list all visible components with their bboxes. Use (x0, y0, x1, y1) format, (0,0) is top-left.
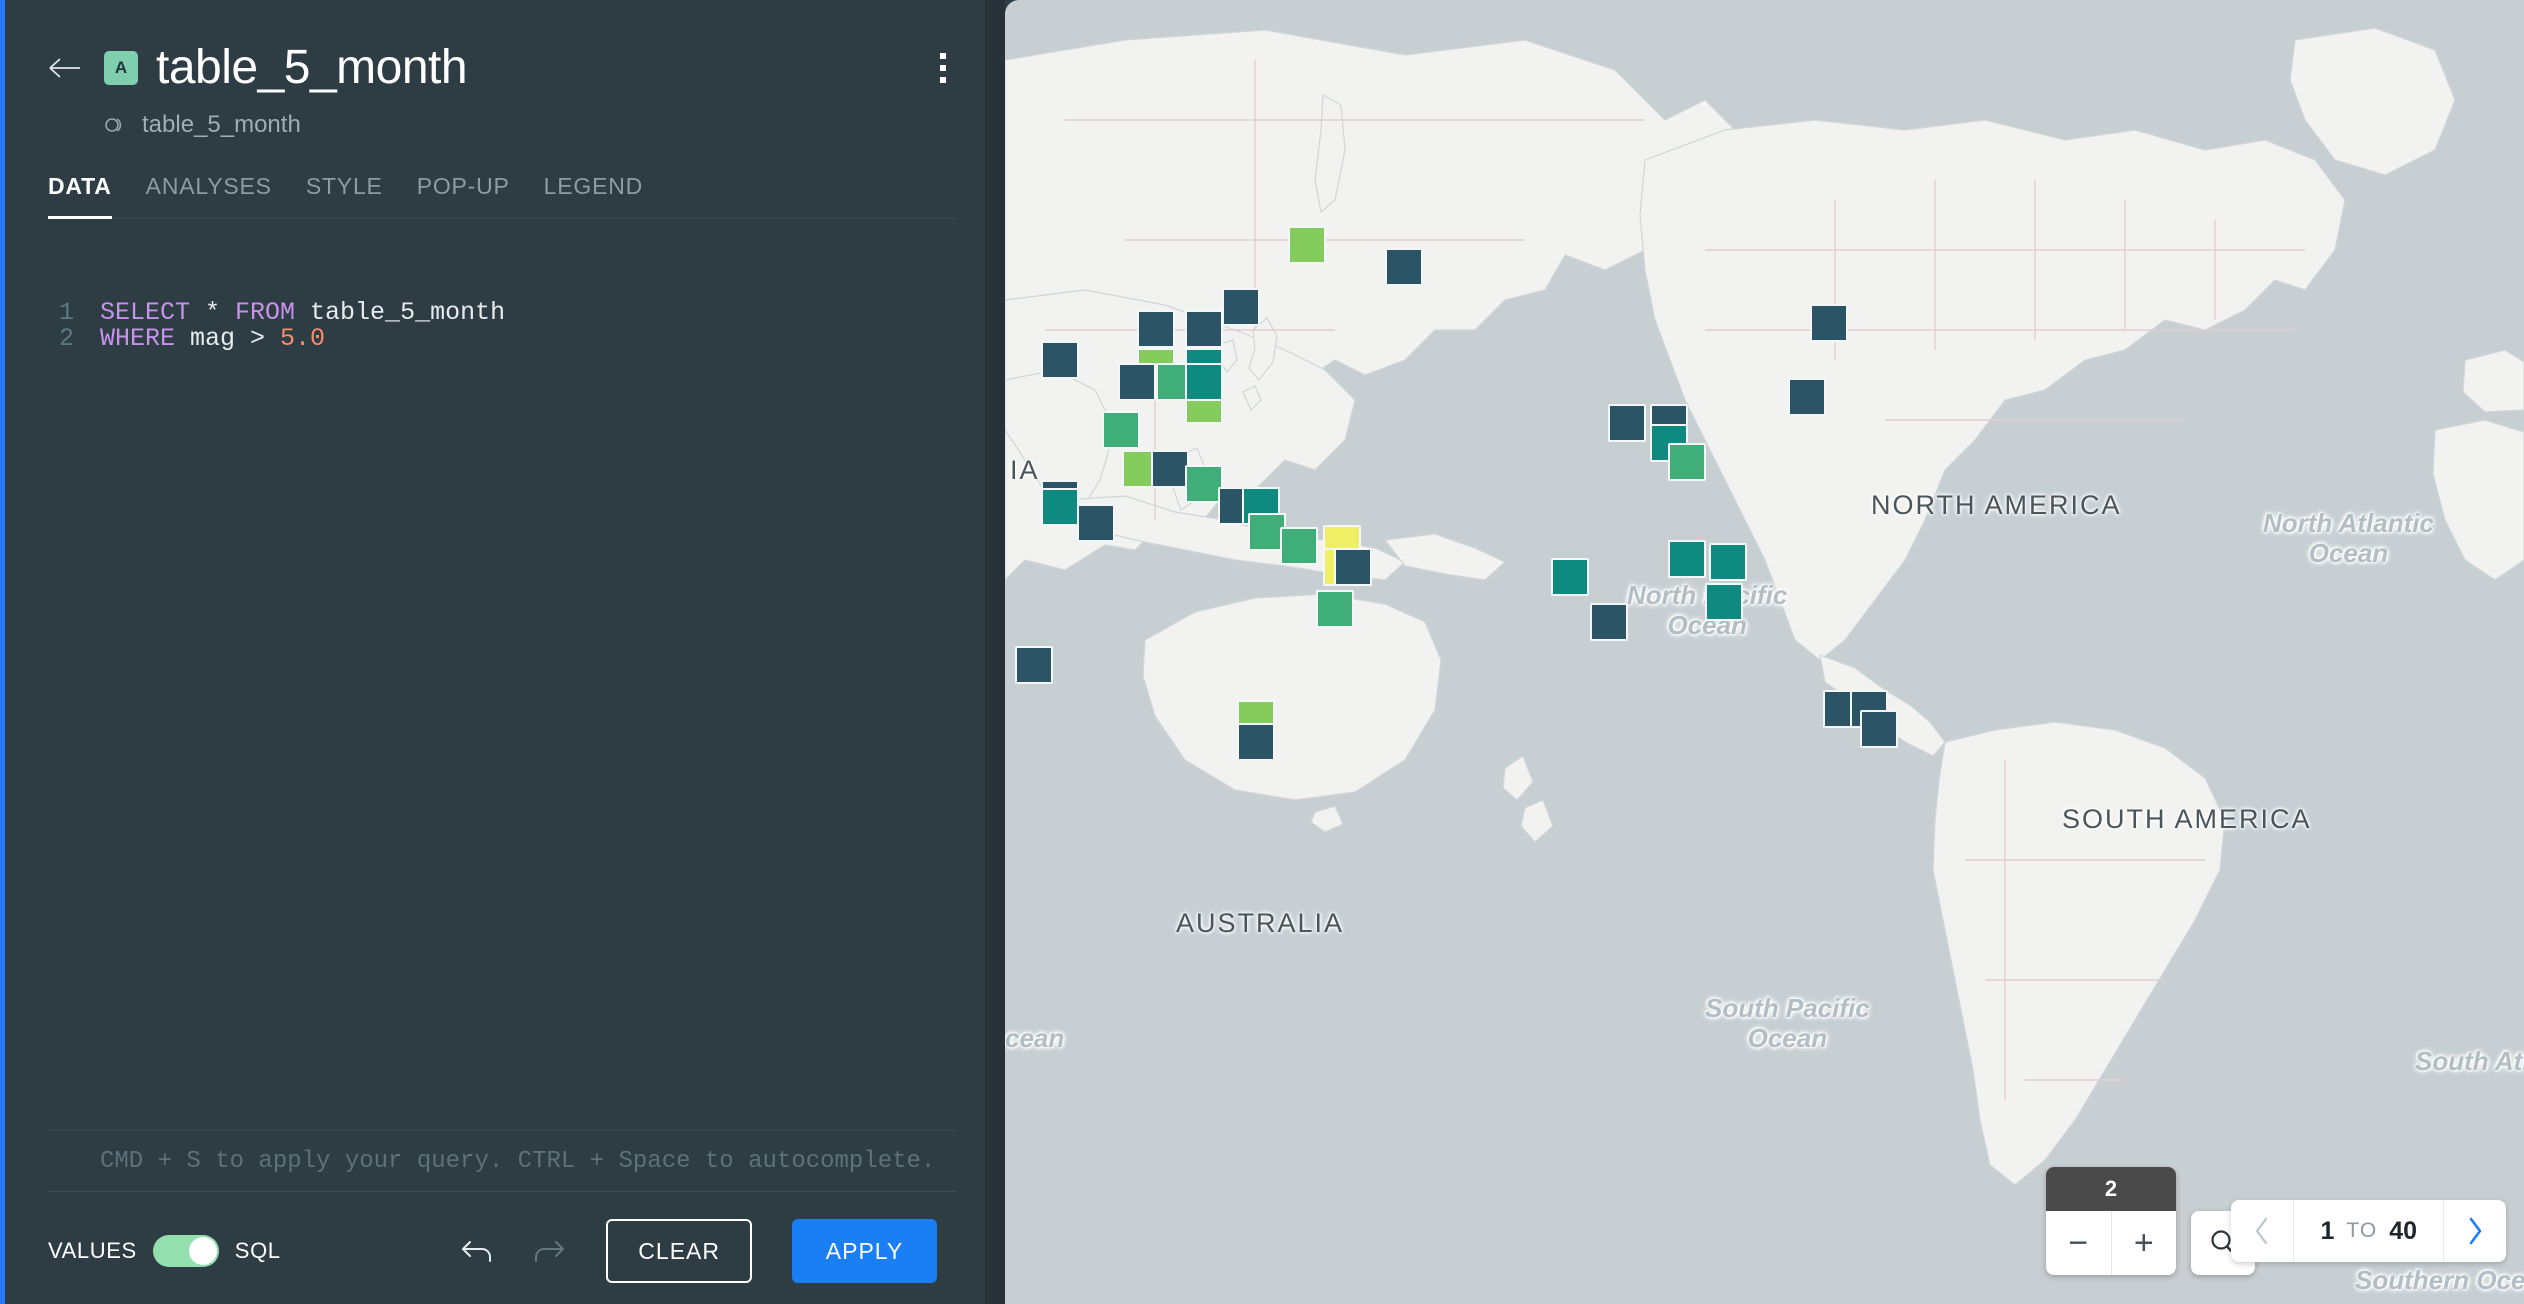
pagination-next-button[interactable] (2444, 1200, 2506, 1262)
map-data-cell[interactable] (1041, 341, 1079, 379)
kebab-dot (940, 53, 946, 60)
zoom-out-button[interactable]: − (2046, 1211, 2111, 1275)
code-token: table_5_month (295, 300, 506, 327)
dataset-name: table_5_month (142, 110, 301, 138)
map-data-cell[interactable] (1151, 450, 1189, 488)
map-data-cell[interactable] (1288, 226, 1326, 264)
panel-accent-bar (0, 0, 5, 1304)
pagination-prev-button[interactable] (2231, 1200, 2293, 1262)
map-data-cell[interactable] (1551, 558, 1589, 596)
map-data-cell[interactable] (1334, 548, 1372, 586)
page-title: table_5_month (156, 41, 468, 94)
map-data-cell[interactable] (1788, 378, 1826, 416)
tab-analyses[interactable]: ANALYSES (146, 173, 272, 218)
map-data-cell[interactable] (1237, 723, 1275, 761)
kebab-menu-icon[interactable] (921, 44, 965, 92)
code-line: 1 SELECT * FROM table_5_month (48, 300, 957, 326)
kebab-dot (940, 77, 946, 84)
code-token: FROM (235, 300, 296, 327)
map-data-cell[interactable] (1709, 543, 1747, 581)
app-root: A table_5_month table_5_month DATA ANALY… (0, 0, 2524, 1304)
chevron-right-icon (2469, 1217, 2482, 1245)
code-token: SELECT (100, 300, 191, 327)
sql-label: SQL (234, 1238, 281, 1263)
editor-hint: CMD + S to apply your query. CTRL + Spac… (48, 1130, 957, 1192)
values-label: VALUES (48, 1238, 137, 1263)
code-token: 5.0 (280, 324, 326, 353)
toggle-knob (188, 1237, 217, 1265)
map-data-cell[interactable] (1705, 583, 1743, 621)
panel-edge-divider (985, 0, 1005, 1304)
map-data-cell[interactable] (1137, 310, 1175, 348)
zoom-buttons: − + (2046, 1211, 2176, 1275)
map-data-cell[interactable] (1385, 248, 1423, 286)
map-data-cell[interactable] (1185, 310, 1223, 348)
pagination-control: 1 TO 40 (2231, 1200, 2506, 1262)
clear-button[interactable]: CLEAR (606, 1219, 752, 1283)
panel-tabs: DATA ANALYSES STYLE POP-UP LEGEND (48, 139, 957, 219)
kebab-dot (940, 65, 946, 72)
map-data-cell[interactable] (1590, 603, 1628, 641)
tab-popup[interactable]: POP-UP (417, 173, 510, 218)
map-data-cell[interactable] (1608, 404, 1646, 442)
code-text: WHERE mag > 5.0 (100, 326, 325, 352)
pagination-to: 40 (2389, 1216, 2417, 1245)
map-data-cell[interactable] (1222, 288, 1260, 326)
code-token: WHERE (100, 324, 176, 353)
map-data-cell[interactable] (1316, 590, 1354, 628)
sql-editor[interactable]: 1 SELECT * FROM table_5_month 2 WHERE mag >… (48, 300, 957, 1114)
panel-subtitle-row: table_5_month (0, 95, 1005, 139)
panel-header: A table_5_month table_5_month (0, 0, 1005, 139)
footer-actions: CLEAR APPLY (456, 1219, 937, 1283)
map-data-cell[interactable] (1118, 363, 1156, 401)
map-data-cell[interactable] (1102, 411, 1140, 449)
back-arrow-icon[interactable] (42, 45, 88, 91)
line-number: 2 (58, 324, 74, 353)
line-number: 1 (58, 300, 74, 327)
map-data-cell[interactable] (1077, 504, 1115, 542)
pagination-range: 1 TO 40 (2293, 1200, 2444, 1262)
map-data-cell[interactable] (1041, 488, 1079, 526)
link-icon (104, 115, 130, 135)
map-data-cell[interactable] (1668, 540, 1706, 578)
pagination-to-label: TO (2346, 1219, 2378, 1242)
tab-style[interactable]: STYLE (306, 173, 383, 218)
map-data-cell[interactable] (1280, 527, 1318, 565)
map-data-cell[interactable] (1810, 304, 1848, 342)
code-token: mag > (175, 324, 281, 353)
map-basemap (1005, 27, 2524, 1186)
map-data-cell[interactable] (1015, 646, 1053, 684)
layer-badge: A (104, 51, 138, 86)
values-sql-toggle[interactable] (152, 1235, 219, 1267)
redo-icon[interactable] (526, 1229, 570, 1273)
undo-icon[interactable] (456, 1229, 500, 1273)
map-canvas[interactable]: IA NORTH AMERICA SOUTH AMERICA AUSTRALIA Nor… (1005, 0, 2524, 1304)
values-sql-toggle-group: VALUES SQL (48, 1235, 281, 1267)
zoom-level-value: 2 (2046, 1167, 2176, 1211)
tab-data[interactable]: DATA (48, 173, 112, 219)
panel-footer: VALUES SQL CLEAR APPLY (0, 1198, 985, 1304)
map-data-cell[interactable] (1185, 363, 1223, 401)
code-token: * (190, 300, 236, 327)
tab-legend[interactable]: LEGEND (544, 173, 643, 218)
code-text: SELECT * FROM table_5_month (100, 300, 505, 326)
apply-button[interactable]: APPLY (792, 1219, 937, 1283)
map-data-cell[interactable] (1668, 443, 1706, 481)
zoom-in-button[interactable]: + (2110, 1211, 2177, 1275)
layer-detail-panel: A table_5_month table_5_month DATA ANALY… (0, 0, 1005, 1304)
chevron-left-icon (2256, 1217, 2268, 1245)
panel-title-row: A table_5_month (0, 41, 1005, 95)
map-data-cell[interactable] (1860, 710, 1898, 748)
layer-badge-letter: A (114, 58, 128, 78)
code-line: 2 WHERE mag > 5.0 (48, 326, 957, 352)
zoom-control[interactable]: 2 − + (2046, 1167, 2176, 1275)
pagination-from: 1 (2320, 1216, 2335, 1245)
